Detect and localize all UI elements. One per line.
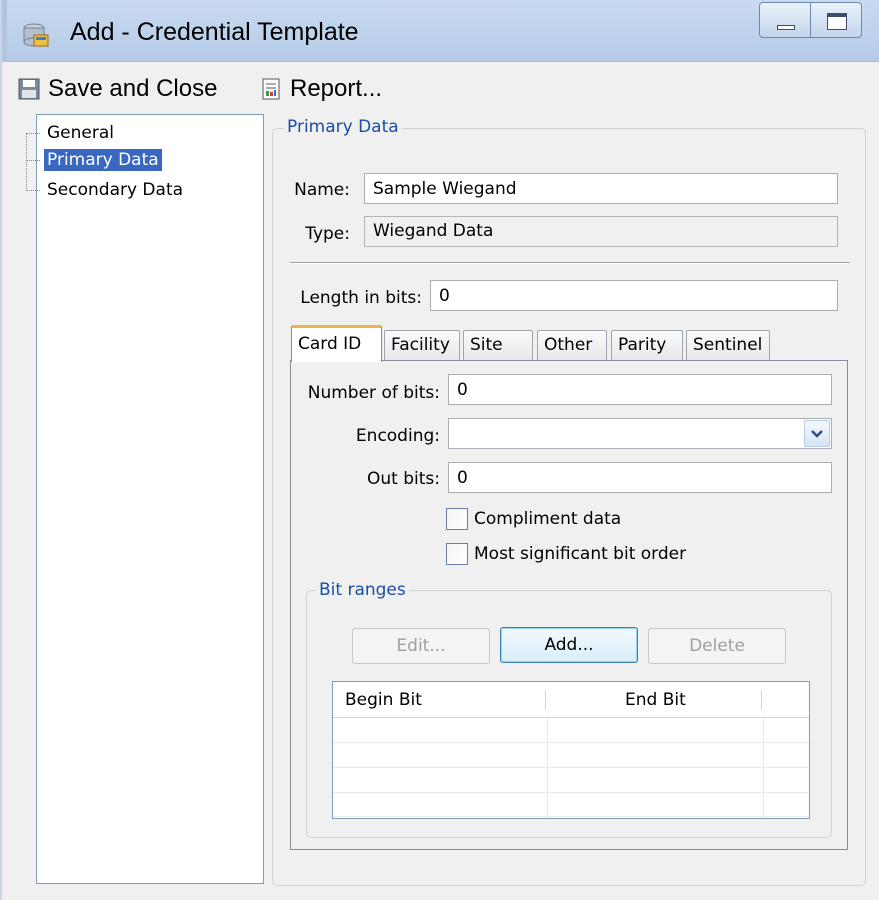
- column-separator[interactable]: [545, 690, 546, 710]
- encoding-dropdown-button[interactable]: [804, 420, 830, 447]
- table-row: [333, 719, 809, 743]
- tab-label: Parity: [618, 335, 667, 355]
- tree-item-label: Primary Data: [44, 149, 162, 171]
- name-input[interactable]: [364, 173, 838, 204]
- msb-order-option[interactable]: Most significant bit order: [446, 541, 686, 567]
- length-in-bits-label: Length in bits:: [300, 288, 422, 308]
- minimize-icon: [777, 25, 795, 30]
- tab-label: Site: [470, 335, 503, 355]
- tab-facility[interactable]: Facility: [384, 330, 460, 361]
- msb-order-checkbox[interactable]: [446, 543, 468, 565]
- tab-parity[interactable]: Parity: [611, 330, 683, 361]
- name-label: Name:: [294, 180, 350, 200]
- tree-item-primary-data[interactable]: Primary Data: [26, 148, 162, 172]
- add-button[interactable]: Add...: [500, 627, 638, 663]
- chevron-down-icon: [811, 429, 823, 438]
- report-icon: [262, 78, 280, 100]
- primary-data-group-title: Primary Data: [284, 117, 402, 137]
- compliment-data-checkbox[interactable]: [446, 508, 468, 530]
- edit-button[interactable]: Edit...: [352, 628, 490, 664]
- tab-label: Facility: [391, 335, 450, 355]
- navigation-tree: [36, 114, 264, 884]
- msb-order-label: Most significant bit order: [474, 544, 687, 564]
- bit-ranges-title: Bit ranges: [316, 580, 409, 600]
- encoding-select[interactable]: [448, 418, 832, 449]
- tree-item-label: General: [47, 123, 114, 143]
- length-in-bits-input[interactable]: [430, 280, 838, 311]
- column-header-end-bit[interactable]: End Bit: [625, 682, 686, 718]
- bit-ranges-table: Begin Bit End Bit: [332, 681, 810, 819]
- delete-button[interactable]: Delete: [648, 628, 786, 664]
- report-button[interactable]: Report...: [260, 72, 382, 106]
- save-and-close-label: Save and Close: [48, 75, 218, 102]
- table-row: [333, 769, 809, 793]
- number-of-bits-input[interactable]: [448, 374, 832, 405]
- title-bar: Add - Credential Template: [2, 0, 879, 62]
- toolbar: Save and Close Report...: [2, 66, 879, 112]
- tab-label: Card ID: [298, 334, 362, 354]
- tree-item-secondary-data[interactable]: Secondary Data: [26, 178, 186, 202]
- table-row: [333, 793, 809, 817]
- tab-other[interactable]: Other: [537, 330, 607, 361]
- table-row: [333, 744, 809, 768]
- tab-sentinel[interactable]: Sentinel: [686, 330, 770, 361]
- window-left-edge: [2, 0, 7, 62]
- tab-card-id[interactable]: Card ID: [291, 325, 382, 362]
- tree-item-general[interactable]: General: [26, 121, 117, 145]
- table-header: Begin Bit End Bit: [333, 682, 809, 718]
- window-title: Add - Credential Template: [70, 18, 359, 46]
- compliment-data-option[interactable]: Compliment data: [446, 506, 621, 532]
- tab-site[interactable]: Site: [463, 330, 533, 361]
- type-label: Type:: [305, 224, 350, 244]
- out-bits-label: Out bits:: [367, 469, 440, 489]
- tree-item-label: Secondary Data: [47, 180, 184, 200]
- type-field: Wiegand Data: [364, 216, 838, 247]
- compliment-data-label: Compliment data: [474, 509, 622, 529]
- group-divider: [290, 262, 850, 264]
- column-separator[interactable]: [761, 690, 762, 710]
- floppy-disk-icon: [18, 78, 40, 100]
- database-icon: [23, 23, 49, 47]
- maximize-icon: [827, 13, 847, 30]
- out-bits-input[interactable]: [448, 462, 832, 493]
- maximize-button[interactable]: [810, 2, 862, 38]
- credential-template-window: Add - Credential Template Save and Close…: [0, 0, 879, 900]
- tab-label: Other: [544, 335, 593, 355]
- minimize-button[interactable]: [759, 2, 811, 38]
- encoding-label: Encoding:: [355, 426, 440, 446]
- column-header-begin-bit[interactable]: Begin Bit: [345, 682, 422, 718]
- tab-label: Sentinel: [693, 335, 763, 355]
- save-and-close-button[interactable]: Save and Close: [18, 72, 217, 106]
- report-label: Report...: [290, 75, 383, 102]
- number-of-bits-label: Number of bits:: [307, 383, 440, 403]
